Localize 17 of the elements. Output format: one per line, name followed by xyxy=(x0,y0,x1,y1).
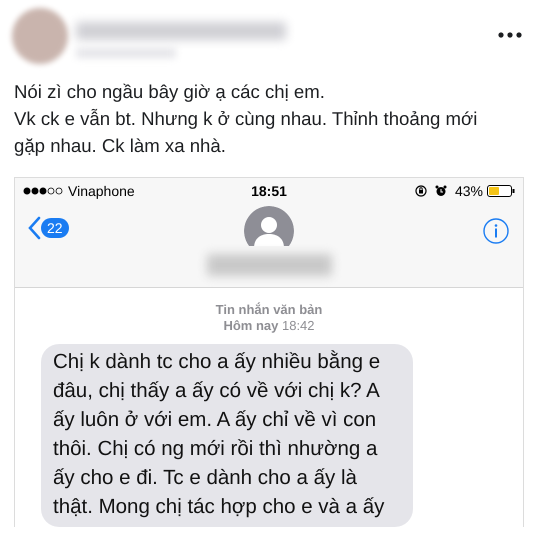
thread-label: Tin nhắn văn bản xyxy=(214,302,324,318)
alarm-icon xyxy=(434,185,447,197)
info-icon[interactable] xyxy=(483,218,509,244)
post-text: Vk ck e vẫn bt. Nhưng k ở cùng nhau. Thỉnh thoảng mới gặp nhau. Ck làm xa nhà. xyxy=(14,107,478,158)
signal-icon xyxy=(23,187,64,195)
battery-percent: 43% xyxy=(454,182,483,200)
avatar-placeholder xyxy=(12,8,68,64)
unread-count[interactable]: 22 xyxy=(41,218,69,238)
rotation-lock-icon xyxy=(414,185,427,197)
battery-icon xyxy=(487,185,515,197)
carrier-name: Vinaphone xyxy=(68,182,135,201)
message-bubble: Chị k dành tc cho a ấy nhiều bằng e đâu, chị thấy a ấy có về với chị k? A ấy luôn ở với em. A ấy chỉ về vì con thôi. Chị có ng mới rồi thì nhường a ấy cho e đi. Tc e dành cho a ấy là thật. Mong chị tác hợp cho e và a ấy xyxy=(41,344,413,527)
back-icon[interactable] xyxy=(27,216,41,240)
thread-timestamp: Hôm nay 18:42 xyxy=(222,318,316,334)
more-icon[interactable] xyxy=(498,32,522,38)
post-text: Nói zì cho ngầu bây giờ ạ các chị em. xyxy=(14,80,326,104)
status-time: 18:51 xyxy=(251,182,287,200)
